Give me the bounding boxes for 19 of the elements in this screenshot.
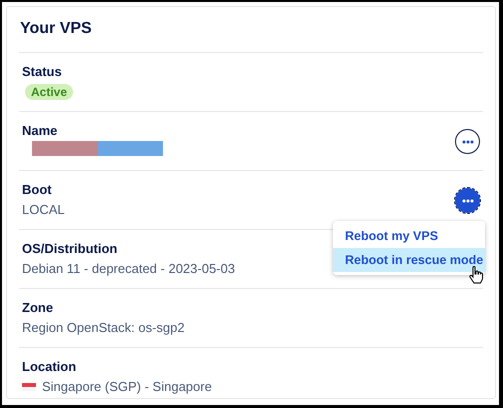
field-label: OS/Distribution [22,240,118,257]
field-value: Debian 11 - deprecated - 2023-05-03 [22,260,235,277]
field-label: Location [22,358,78,375]
card-title: Your VPS [20,19,92,39]
field-value: LOCAL [22,201,65,218]
menu-item[interactable]: Reboot in rescue mode [333,248,485,272]
field-label: Name [22,122,58,139]
field-value: Singapore (SGP) - Singapore [42,378,212,395]
ellipsis-icon [462,198,474,202]
ellipsis-icon [462,140,474,144]
field-value: Region OpenStack: os-sgp2 [22,319,185,336]
more-options-button[interactable] [455,129,480,154]
field-label: Zone [22,299,54,316]
field-label: Status [22,63,63,80]
status-badge: Active [25,84,74,100]
flag-icon [22,382,36,390]
menu-item[interactable]: Reboot my VPS [333,224,485,248]
field-label: Boot [22,181,53,198]
more-options-button[interactable] [455,188,480,213]
